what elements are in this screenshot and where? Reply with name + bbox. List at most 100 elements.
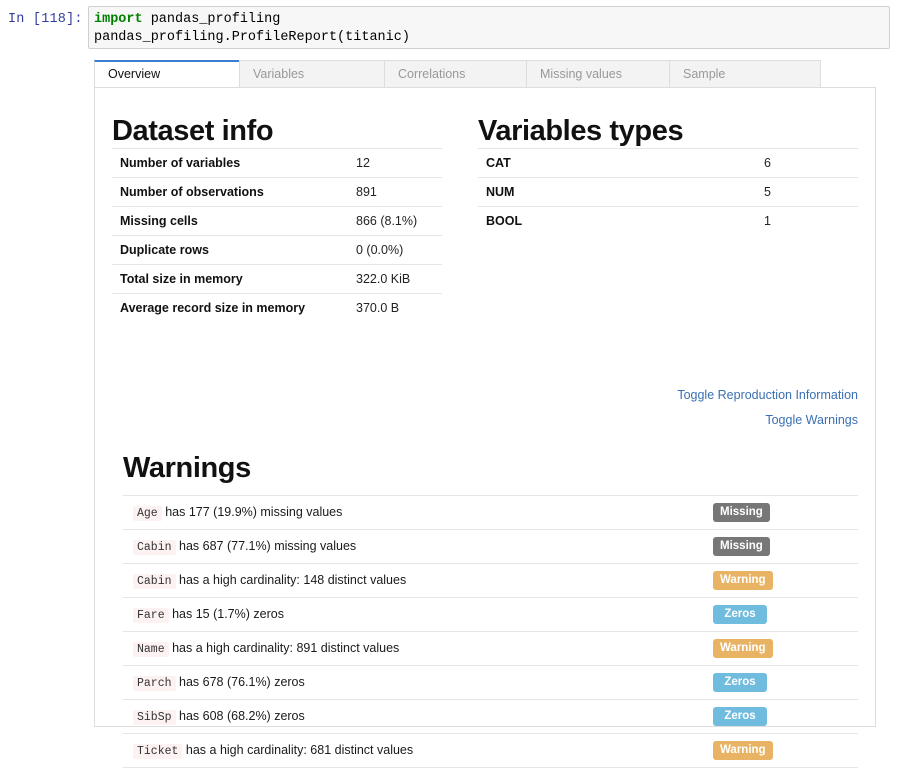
status-badge: Warning — [713, 639, 773, 658]
code-text-2: pandas_profiling.ProfileReport(titanic) — [94, 30, 410, 45]
warning-variable-token: Cabin — [133, 540, 176, 555]
warning-message: Cabin has a high cardinality: 148 distin… — [123, 564, 713, 598]
warning-badge-cell: Warning — [713, 564, 858, 598]
warning-message: SibSp has 608 (68.2%) zeros — [123, 700, 713, 734]
dataset-info-key: Missing cells — [120, 214, 198, 228]
warnings-section: Warnings Age has 177 (19.9%) missing val… — [123, 451, 858, 768]
warning-message: Cabin has 687 (77.1%) missing values — [123, 530, 713, 564]
table-row: Number of variables 12 — [112, 148, 442, 178]
table-row: Age has 177 (19.9%) missing values Missi… — [123, 495, 858, 530]
variable-type-key: BOOL — [486, 214, 523, 228]
dataset-info-section: Dataset info Number of variables 12 Numb… — [112, 114, 442, 322]
code-editor-area[interactable]: import pandas_profiling pandas_profiling… — [88, 6, 890, 49]
tab-overview[interactable]: Overview — [94, 60, 240, 88]
table-row: Missing cells 866 (8.1%) — [112, 206, 442, 236]
warning-variable-token: Parch — [133, 676, 176, 691]
warning-variable-token: Fare — [133, 608, 169, 623]
dataset-info-value: 866 (8.1%) — [356, 214, 418, 228]
warning-variable-token: Ticket — [133, 744, 183, 759]
tab-missing-values[interactable]: Missing values — [526, 60, 670, 88]
variable-type-value: 1 — [764, 214, 771, 228]
variable-type-value: 5 — [764, 185, 771, 199]
tab-variables[interactable]: Variables — [239, 60, 385, 88]
status-badge: Warning — [713, 571, 773, 590]
warning-badge-cell: Zeros — [713, 700, 858, 734]
warning-variable-token: Name — [133, 642, 169, 657]
warning-message: Parch has 678 (76.1%) zeros — [123, 666, 713, 700]
toggle-links-group: Toggle Reproduction Information Toggle W… — [438, 383, 858, 433]
warning-message-text: has 678 (76.1%) zeros — [179, 675, 305, 689]
dataset-info-value: 12 — [356, 156, 370, 170]
variable-type-key: NUM — [486, 185, 515, 199]
warning-badge-cell: Zeros — [713, 666, 858, 700]
table-row: Fare has 15 (1.7%) zeros Zeros — [123, 597, 858, 632]
tab-correlations[interactable]: Correlations — [384, 60, 527, 88]
notebook-code-cell: In [118]: import pandas_profiling pandas… — [0, 0, 902, 55]
dataset-info-value: 891 — [356, 185, 377, 199]
tab-sample[interactable]: Sample — [669, 60, 821, 88]
status-badge: Missing — [713, 537, 770, 556]
warning-message: Fare has 15 (1.7%) zeros — [123, 598, 713, 632]
warning-badge-cell: Missing — [713, 530, 858, 564]
status-badge: Zeros — [713, 605, 767, 624]
dataset-info-key: Average record size in memory — [120, 301, 306, 315]
dataset-info-key: Duplicate rows — [120, 243, 209, 257]
warning-message-text: has a high cardinality: 891 distinct val… — [172, 641, 400, 655]
variables-types-title: Variables types — [478, 115, 684, 147]
warning-badge-cell: Missing — [713, 496, 858, 530]
warning-message-text: has 608 (68.2%) zeros — [179, 709, 305, 723]
warning-variable-token: SibSp — [133, 710, 176, 725]
table-row: NUM 5 — [478, 177, 858, 207]
code-line-1: import pandas_profiling — [94, 11, 889, 29]
overview-tab-panel: Dataset info Number of variables 12 Numb… — [94, 87, 876, 768]
warning-message-text: has 687 (77.1%) missing values — [179, 539, 357, 553]
warning-message-text: has 177 (19.9%) missing values — [165, 505, 343, 519]
table-row: Average record size in memory 370.0 B — [112, 293, 442, 323]
dataset-info-table: Number of variables 12 Number of observa… — [112, 148, 442, 322]
table-row: CAT 6 — [478, 148, 858, 178]
dataset-info-key: Number of variables — [120, 156, 241, 170]
table-row: BOOL 1 — [478, 206, 858, 236]
code-text-1: pandas_profiling — [142, 12, 281, 27]
table-row: Number of observations 891 — [112, 177, 442, 207]
warning-message: Age has 177 (19.9%) missing values — [123, 496, 713, 530]
warning-message: Name has a high cardinality: 891 distinc… — [123, 632, 713, 666]
code-keyword-import: import — [94, 12, 143, 27]
warnings-title: Warnings — [123, 452, 251, 484]
table-row: Duplicate rows 0 (0.0%) — [112, 235, 442, 265]
dataset-info-value: 370.0 B — [356, 301, 400, 315]
warning-message: Ticket has a high cardinality: 681 disti… — [123, 734, 713, 768]
table-row: Cabin has a high cardinality: 148 distin… — [123, 563, 858, 598]
toggle-warnings-link[interactable]: Toggle Warnings — [438, 408, 858, 433]
warning-message-text: has a high cardinality: 681 distinct val… — [185, 743, 414, 757]
warning-badge-cell: Zeros — [713, 598, 858, 632]
dataset-info-value: 322.0 KiB — [356, 272, 411, 286]
table-row: Ticket has a high cardinality: 681 disti… — [123, 733, 858, 768]
variable-type-key: CAT — [486, 156, 511, 170]
warning-badge-cell: Warning — [713, 734, 858, 768]
toggle-reproduction-information-link[interactable]: Toggle Reproduction Information — [438, 383, 858, 408]
warning-message-text: has 15 (1.7%) zeros — [172, 607, 284, 621]
code-line-2: pandas_profiling.ProfileReport(titanic) — [94, 29, 889, 47]
status-badge: Zeros — [713, 707, 767, 726]
dataset-info-title: Dataset info — [112, 115, 274, 147]
table-row: Total size in memory 322.0 KiB — [112, 264, 442, 294]
profile-report: Overview Variables Correlations Missing … — [94, 60, 876, 768]
variable-type-value: 6 — [764, 156, 771, 170]
warning-badge-cell: Warning — [713, 632, 858, 666]
variables-types-section: Variables types CAT 6 NUM 5 BOOL 1 — [478, 114, 858, 235]
warning-variable-token: Cabin — [133, 574, 176, 589]
dataset-info-key: Total size in memory — [120, 272, 243, 286]
report-tab-bar: Overview Variables Correlations Missing … — [94, 60, 824, 88]
table-row: Cabin has 687 (77.1%) missing values Mis… — [123, 529, 858, 564]
status-badge: Warning — [713, 741, 773, 760]
dataset-info-key: Number of observations — [120, 185, 264, 199]
warnings-table: Age has 177 (19.9%) missing values Missi… — [123, 495, 858, 768]
status-badge: Zeros — [713, 673, 767, 692]
table-row: Name has a high cardinality: 891 distinc… — [123, 631, 858, 666]
table-row: Parch has 678 (76.1%) zeros Zeros — [123, 665, 858, 700]
variables-types-table: CAT 6 NUM 5 BOOL 1 — [478, 148, 858, 235]
execution-count-prompt: In [118]: — [8, 12, 83, 27]
status-badge: Missing — [713, 503, 770, 522]
warning-message-text: has a high cardinality: 148 distinct val… — [179, 573, 407, 587]
